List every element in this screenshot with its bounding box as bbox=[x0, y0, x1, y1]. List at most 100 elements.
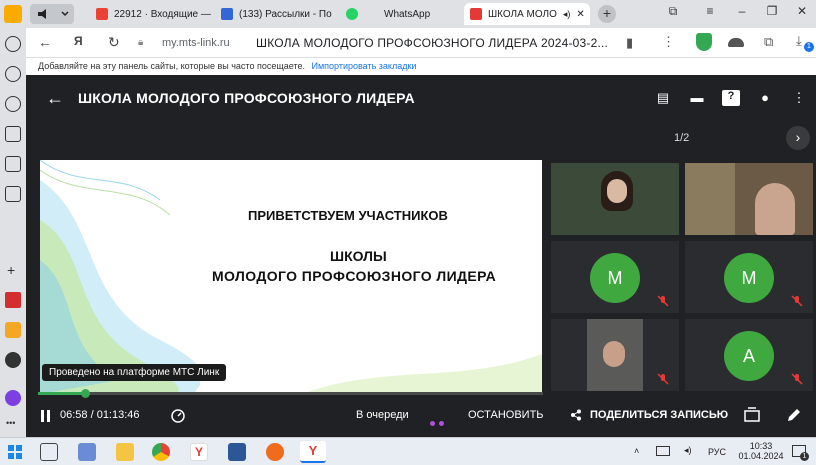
participant-video-tile[interactable] bbox=[685, 163, 813, 235]
tab-mail[interactable]: 22912 · Входящие — bbox=[90, 3, 212, 25]
pause-icon[interactable] bbox=[40, 410, 52, 422]
share-recording-button[interactable]: ПОДЕЛИТЬСЯ ЗАПИСЬЮ bbox=[590, 409, 728, 421]
show-hidden-icons[interactable]: ˄ bbox=[634, 446, 639, 456]
playback-progress-bar[interactable] bbox=[38, 389, 543, 398]
reload-icon[interactable]: ↻ bbox=[108, 34, 120, 51]
file-explorer-icon[interactable] bbox=[116, 443, 134, 461]
clock[interactable]: 10:33 01.04.2024 bbox=[738, 441, 784, 461]
next-page-button[interactable]: › bbox=[786, 126, 810, 150]
shield-icon[interactable] bbox=[696, 33, 712, 51]
edit-icon[interactable] bbox=[786, 407, 802, 423]
queue-indicator bbox=[430, 413, 448, 431]
back-icon[interactable]: ← bbox=[38, 34, 52, 50]
more-options-icon[interactable]: ⋮ bbox=[790, 90, 808, 106]
tab-label: ШКОЛА МОЛО bbox=[488, 8, 557, 20]
collections-icon[interactable] bbox=[5, 186, 21, 202]
screen-share-icon[interactable] bbox=[744, 407, 760, 423]
platform-label: Проведено на платформе МТС Линк bbox=[42, 364, 227, 381]
mail-icon bbox=[96, 8, 108, 20]
extension-icon[interactable] bbox=[728, 38, 744, 47]
progress-knob[interactable] bbox=[81, 389, 91, 398]
yandex-browser-icon[interactable]: Y bbox=[190, 443, 208, 461]
puzzle-icon[interactable]: ⧉ bbox=[764, 34, 773, 50]
tab-mailings[interactable]: (133) Рассылки - По bbox=[215, 3, 337, 25]
close-window-icon[interactable]: ✕ bbox=[792, 4, 812, 18]
tab-mts-link[interactable]: ШКОЛА МОЛО ◂) ✕ bbox=[464, 3, 590, 25]
participant-avatar-tile[interactable]: А bbox=[685, 319, 813, 391]
network-icon[interactable] bbox=[656, 446, 670, 456]
task-view-icon[interactable] bbox=[40, 443, 58, 461]
clock-icon[interactable] bbox=[5, 66, 21, 82]
participant-face bbox=[603, 341, 625, 367]
menu-icon[interactable]: ≡ bbox=[700, 4, 720, 18]
history-icon[interactable] bbox=[5, 36, 21, 52]
url-domain[interactable]: my.mts-link.ru bbox=[162, 37, 230, 49]
speaker-icon bbox=[38, 9, 69, 19]
user-icon[interactable]: ● bbox=[756, 90, 774, 106]
tab-whatsapp[interactable]: WhatsApp bbox=[340, 3, 462, 25]
browser-tab-strip: 22912 · Входящие — (133) Рассылки - По W… bbox=[0, 0, 816, 28]
bookmarks-bar: Добавляйте на эту панель сайты, которые … bbox=[26, 58, 816, 75]
app-icon[interactable] bbox=[266, 443, 284, 461]
add-icon[interactable]: + bbox=[7, 262, 15, 278]
app-shortcut-icon[interactable] bbox=[5, 292, 21, 308]
bookmark-icon[interactable]: ▮ bbox=[626, 35, 633, 51]
address-bar-row: ← Я ↻ 🔒︎ my.mts-link.ru ШКОЛА МОЛОДОГО П… bbox=[26, 28, 816, 58]
app-shortcut-icon[interactable] bbox=[5, 352, 21, 368]
new-tab-button[interactable]: + bbox=[598, 5, 616, 23]
question-icon[interactable]: ? bbox=[722, 90, 740, 106]
tab-label: WhatsApp bbox=[384, 8, 431, 20]
participant-avatar-tile[interactable]: М bbox=[685, 241, 813, 313]
download-icon[interactable]: ⤓ bbox=[796, 33, 802, 49]
alice-assistant-icon[interactable] bbox=[5, 390, 21, 406]
participants-pager: 1/2 bbox=[674, 132, 690, 144]
tab-close-icon[interactable]: ✕ bbox=[576, 9, 584, 20]
stop-button[interactable]: ОСТАНОВИТЬ bbox=[468, 409, 544, 421]
chrome-icon[interactable] bbox=[152, 443, 170, 461]
yandex-icon[interactable]: Я bbox=[74, 34, 83, 48]
mic-off-icon bbox=[791, 373, 803, 385]
word-icon[interactable] bbox=[228, 443, 246, 461]
app-shortcut-icon[interactable] bbox=[5, 322, 21, 338]
back-arrow-icon[interactable]: ← bbox=[46, 88, 64, 109]
clock-date: 01.04.2024 bbox=[738, 451, 784, 461]
import-bookmarks-link[interactable]: Импортировать закладки bbox=[312, 61, 417, 71]
restore-icon[interactable]: ❐ bbox=[762, 4, 782, 18]
page-title[interactable]: ШКОЛА МОЛОДОГО ПРОФСОЮЗНОГО ЛИДЕРА 2024-… bbox=[256, 36, 608, 50]
audio-controls[interactable] bbox=[30, 4, 74, 24]
mic-off-icon bbox=[657, 373, 669, 385]
download-badge: 1 bbox=[804, 42, 814, 52]
mic-off-icon bbox=[657, 295, 669, 307]
windows-taskbar: Y Y ˄ ◂) РУС 10:33 01.04.2024 1 bbox=[0, 437, 816, 465]
speed-icon[interactable] bbox=[170, 407, 186, 423]
paint-icon[interactable] bbox=[78, 443, 96, 461]
event-title: ШКОЛА МОЛОДОГО ПРОФСОЮЗНОГО ЛИДЕРА bbox=[78, 90, 415, 106]
slide-wave-decoration bbox=[302, 354, 542, 394]
mail-icon bbox=[221, 8, 233, 20]
tab-collections-icon[interactable]: ⧉ bbox=[663, 4, 683, 19]
minimize-icon[interactable]: – bbox=[732, 4, 752, 18]
participant-video-tile[interactable] bbox=[551, 163, 679, 235]
more-options-icon[interactable]: ⋮ bbox=[662, 34, 675, 50]
chat-icon[interactable]: ▬ bbox=[688, 90, 706, 106]
lock-icon: 🔒︎ bbox=[138, 37, 144, 48]
tab-audio-icon[interactable]: ◂) bbox=[563, 9, 571, 20]
avatar: А bbox=[724, 331, 774, 381]
more-icon[interactable]: ••• bbox=[6, 418, 15, 428]
browser-sidebar-toggle-icon[interactable] bbox=[4, 5, 22, 23]
participant-video-tile[interactable] bbox=[551, 319, 679, 391]
language-indicator[interactable]: РУС bbox=[708, 447, 726, 457]
tabs-counter-icon[interactable] bbox=[5, 126, 21, 142]
video-icon[interactable] bbox=[5, 96, 21, 112]
webinar-app: ← ШКОЛА МОЛОДОГО ПРОФСОЮЗНОГО ЛИДЕРА ▤ ▬… bbox=[30, 76, 816, 435]
playback-time: 06:58 / 01:13:46 bbox=[60, 409, 140, 421]
screenshot-icon[interactable] bbox=[5, 156, 21, 172]
yandex-browser-active-icon[interactable]: Y bbox=[300, 441, 326, 463]
browser-left-sidebar: + ••• bbox=[0, 28, 26, 437]
volume-icon[interactable]: ◂) bbox=[684, 445, 692, 456]
participant-avatar-tile[interactable]: М bbox=[551, 241, 679, 313]
slide-subheading: ШКОЛЫ bbox=[330, 248, 387, 264]
windows-start-icon[interactable] bbox=[8, 445, 22, 459]
agenda-icon[interactable]: ▤ bbox=[654, 90, 672, 106]
participant-face bbox=[607, 179, 627, 203]
